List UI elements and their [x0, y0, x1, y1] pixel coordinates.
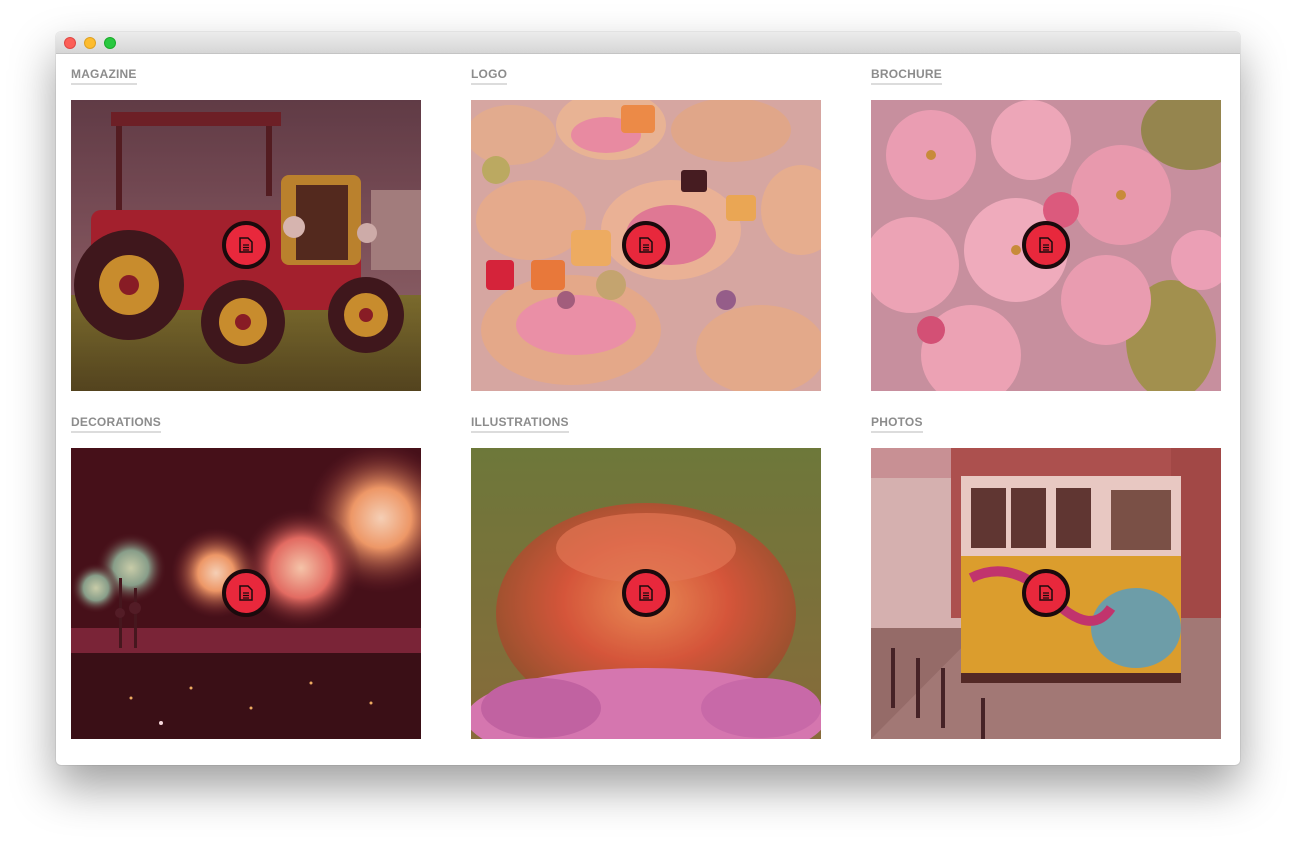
view-project-button[interactable]: [222, 569, 270, 617]
portfolio-item-decorations: DECORATIONS: [71, 413, 421, 739]
category-label[interactable]: DECORATIONS: [71, 415, 161, 433]
portfolio-grid: MAGAZINE LOGO BROCHURE DECORATIONS ILLUS…: [56, 54, 1240, 765]
document-icon: [639, 237, 653, 253]
document-icon: [1039, 585, 1053, 601]
browser-window: MAGAZINE LOGO BROCHURE DECORATIONS ILLUS…: [56, 32, 1240, 765]
portfolio-item-magazine: MAGAZINE: [71, 65, 421, 391]
document-icon: [239, 237, 253, 253]
portfolio-thumbnail[interactable]: [871, 448, 1221, 739]
category-label[interactable]: PHOTOS: [871, 415, 923, 433]
view-project-button[interactable]: [622, 569, 670, 617]
view-project-button[interactable]: [622, 221, 670, 269]
category-label[interactable]: ILLUSTRATIONS: [471, 415, 569, 433]
category-label[interactable]: LOGO: [471, 67, 508, 85]
document-icon: [1039, 237, 1053, 253]
portfolio-thumbnail[interactable]: [471, 448, 821, 739]
category-label[interactable]: BROCHURE: [871, 67, 942, 85]
portfolio-item-brochure: BROCHURE: [871, 65, 1221, 391]
view-project-button[interactable]: [222, 221, 270, 269]
portfolio-thumbnail[interactable]: [471, 100, 821, 391]
zoom-window-button[interactable]: [104, 37, 116, 49]
portfolio-item-logo: LOGO: [471, 65, 821, 391]
portfolio-item-illustrations: ILLUSTRATIONS: [471, 413, 821, 739]
title-bar: [56, 32, 1240, 54]
document-icon: [239, 585, 253, 601]
portfolio-item-photos: PHOTOS: [871, 413, 1221, 739]
minimize-window-button[interactable]: [84, 37, 96, 49]
view-project-button[interactable]: [1022, 221, 1070, 269]
portfolio-thumbnail[interactable]: [71, 100, 421, 391]
close-window-button[interactable]: [64, 37, 76, 49]
portfolio-thumbnail[interactable]: [71, 448, 421, 739]
category-label[interactable]: MAGAZINE: [71, 67, 137, 85]
portfolio-thumbnail[interactable]: [871, 100, 1221, 391]
view-project-button[interactable]: [1022, 569, 1070, 617]
document-icon: [639, 585, 653, 601]
